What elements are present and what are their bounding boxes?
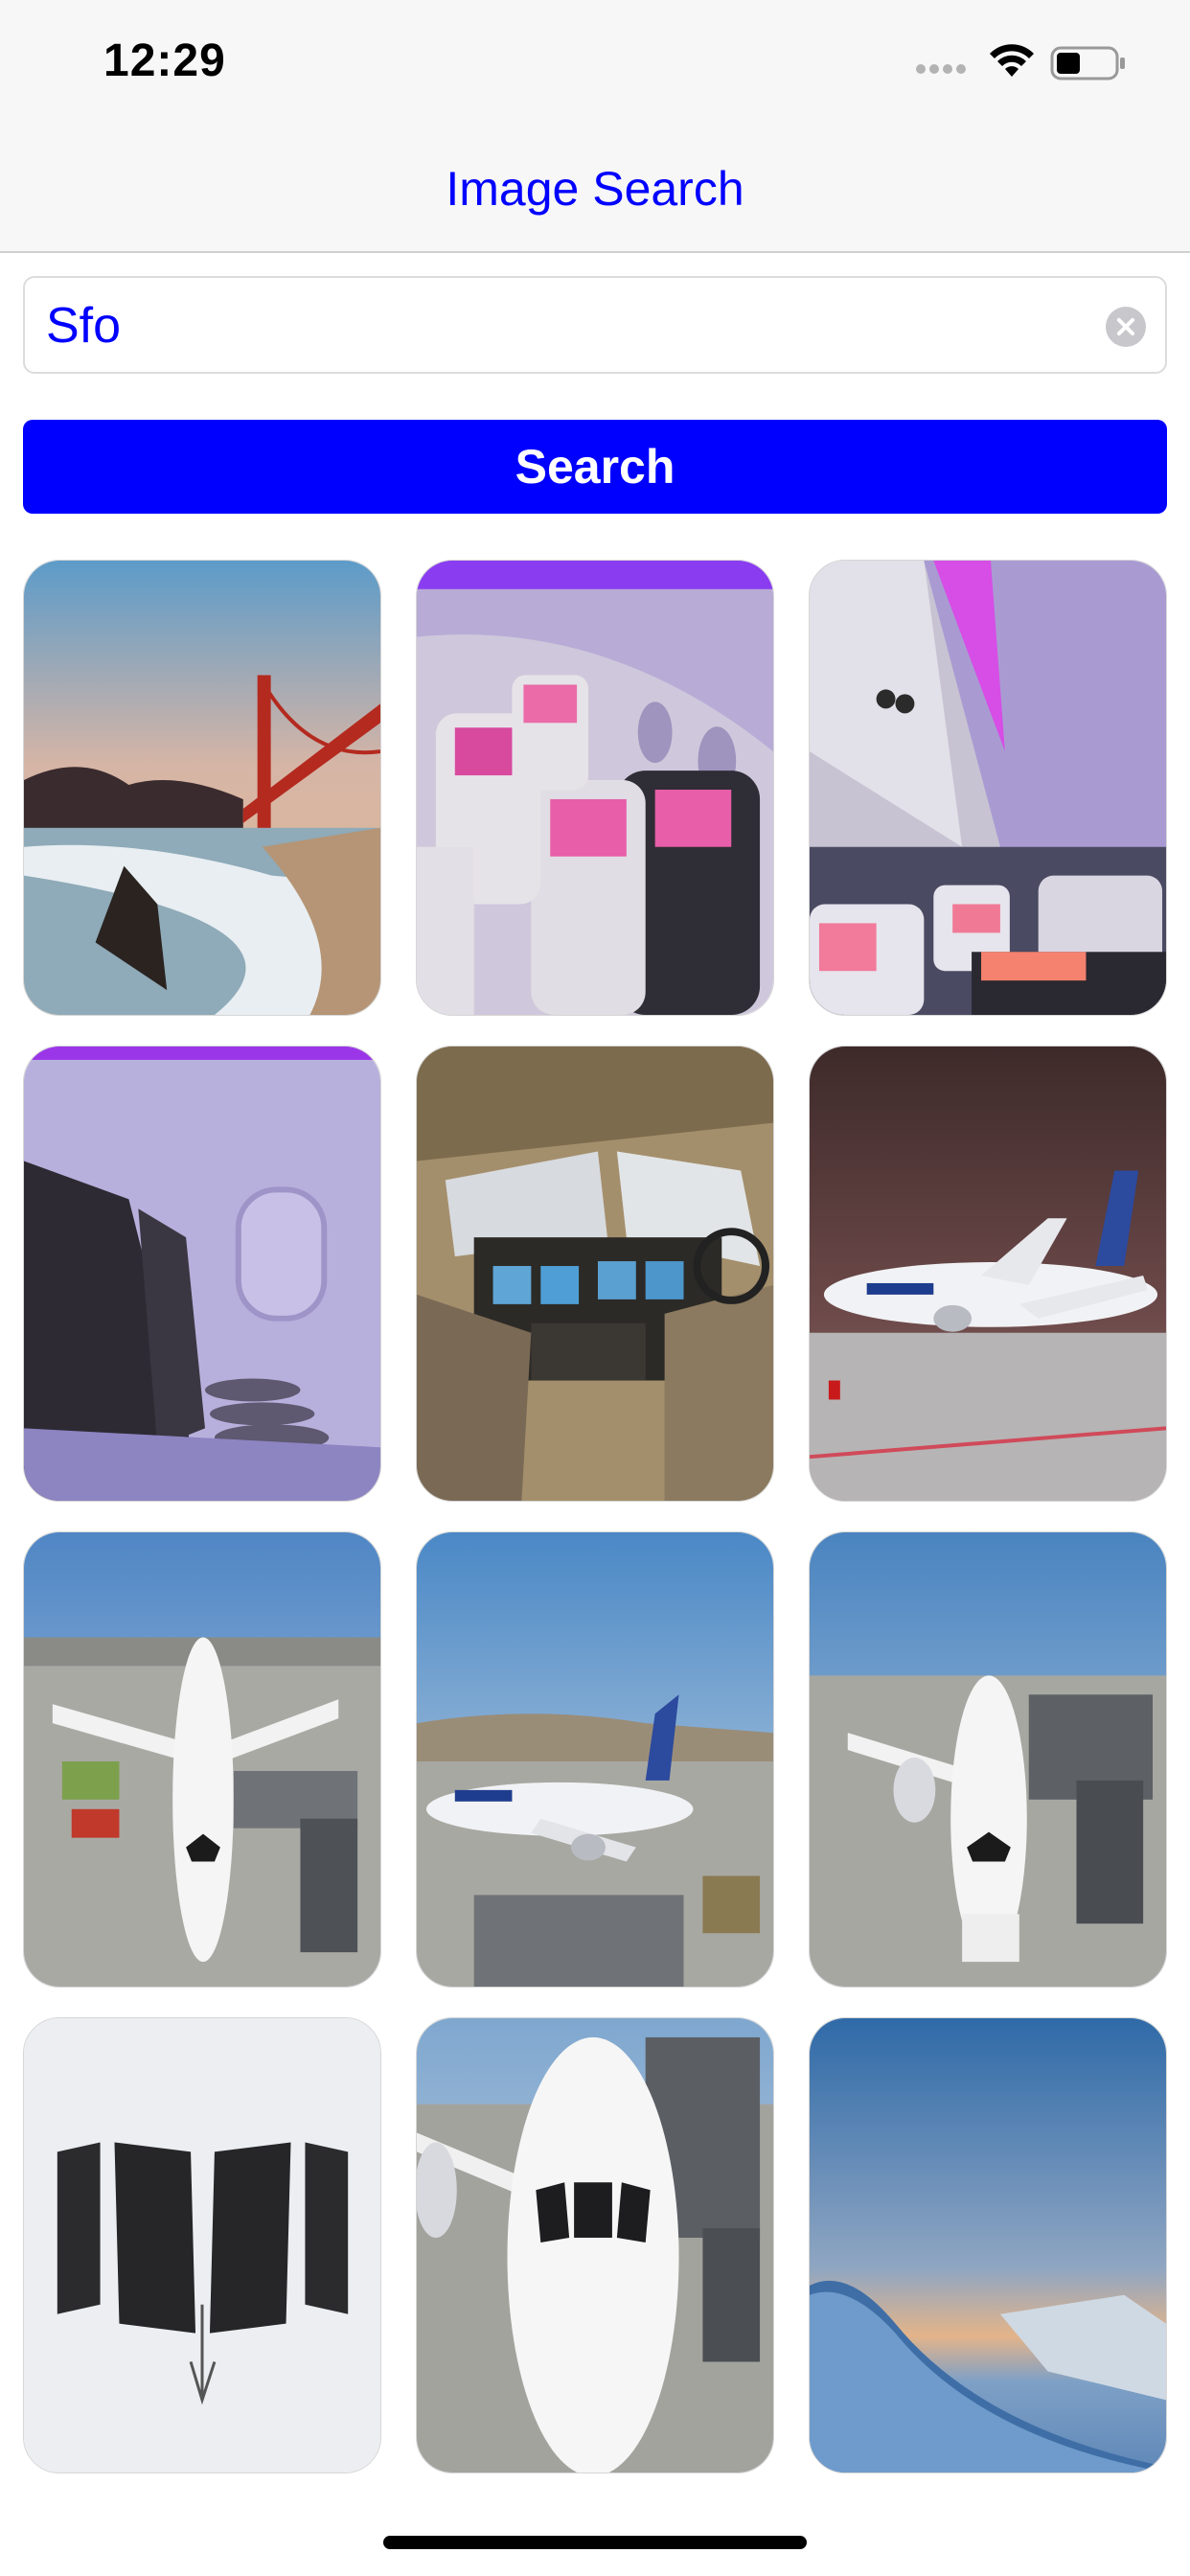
plane-front-gate-photo[interactable] (809, 1531, 1167, 1988)
united-plane-taxiing-photo[interactable] (416, 1531, 774, 1988)
search-button[interactable]: Search (23, 420, 1167, 514)
search-input[interactable]: Sfo (23, 276, 1167, 374)
navigation-bar: Image Search (0, 126, 1190, 253)
wing-sunset-photo[interactable] (809, 2017, 1167, 2473)
clear-text-icon[interactable] (1106, 307, 1146, 347)
cellular-signal-icon (916, 61, 972, 75)
cockpit-windows-closeup-photo[interactable] (23, 2017, 381, 2473)
battery-icon (1050, 46, 1125, 80)
status-bar: 12:29 (0, 0, 1190, 126)
plane-at-gate-photo[interactable] (23, 1531, 381, 1988)
cockpit-photo[interactable] (416, 1046, 774, 1502)
united-plane-night-photo[interactable] (809, 1046, 1167, 1502)
cabin-aisle-purple-photo[interactable] (809, 560, 1167, 1016)
status-time: 12:29 (103, 35, 226, 86)
page-title: Image Search (446, 162, 744, 216)
search-input-value[interactable]: Sfo (46, 297, 121, 355)
golden-gate-beach-photo[interactable] (23, 560, 381, 1016)
home-indicator[interactable] (383, 2536, 807, 2549)
wifi-icon (990, 44, 1034, 77)
plane-nose-gate-photo[interactable] (416, 2017, 774, 2473)
cabin-window-seat-photo[interactable] (23, 1046, 381, 1502)
image-results-grid (23, 560, 1167, 2497)
cabin-seats-screens-photo[interactable] (416, 560, 774, 1016)
